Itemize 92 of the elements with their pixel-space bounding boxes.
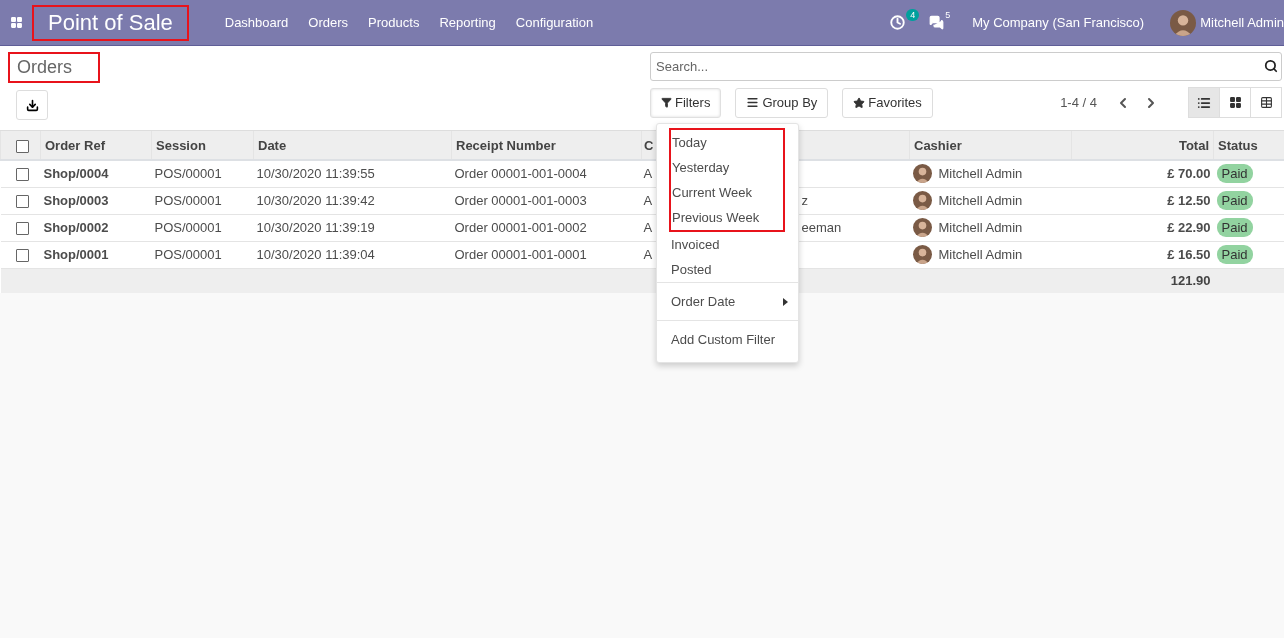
select-all-checkbox[interactable] xyxy=(16,139,29,153)
cashier-avatar xyxy=(912,191,932,210)
table-cell: £ 70.00 xyxy=(1167,166,1211,182)
filter-option[interactable]: Order Date xyxy=(657,289,798,314)
table-cell: £ 16.50 xyxy=(1167,247,1211,262)
search-icon[interactable] xyxy=(1264,59,1278,73)
download-icon xyxy=(25,98,39,112)
table-cell: 10/30/2020 11:39:04 xyxy=(256,247,375,262)
column-header[interactable]: Session xyxy=(151,131,254,160)
table-cell: eeman xyxy=(801,220,842,235)
grid-icon xyxy=(1228,96,1242,109)
apps-icon[interactable] xyxy=(9,16,23,29)
table-cell: Shop/0001 xyxy=(43,247,109,262)
menu-item[interactable]: Dashboard xyxy=(214,15,299,30)
status-badge: Paid xyxy=(1216,191,1253,210)
row-checkbox[interactable] xyxy=(15,222,29,236)
download-button[interactable] xyxy=(16,90,48,120)
view-button[interactable] xyxy=(1188,87,1220,118)
table-cell: POS/00001 xyxy=(154,166,222,182)
table-cell: Order 00001-001-0001 xyxy=(454,247,587,262)
filter-option[interactable]: Previous Week xyxy=(671,205,783,230)
table-cell: Mitchell Admin xyxy=(938,166,1023,182)
filter-option[interactable]: Current Week xyxy=(671,180,783,205)
activity-count: 4 xyxy=(906,9,920,21)
filter-option[interactable]: Invoiced xyxy=(657,232,798,257)
filter-option[interactable]: Posted xyxy=(657,257,798,282)
table-cell: Shop/0002 xyxy=(43,220,109,235)
menu-item[interactable]: Configuration xyxy=(505,15,604,30)
column-header[interactable]: Status xyxy=(1213,131,1284,160)
menu-item[interactable]: Products xyxy=(358,15,430,30)
table-cell: A xyxy=(643,247,653,262)
user-name[interactable]: Mitchell Admin xyxy=(1200,15,1284,30)
message-count: 5 xyxy=(944,9,952,21)
favorites-button[interactable]: Favorites xyxy=(842,87,933,118)
table-cell: POS/00001 xyxy=(154,247,222,262)
table-cell: 10/30/2020 11:39:55 xyxy=(256,166,375,182)
table-cell: Shop/0003 xyxy=(43,193,109,208)
view-button[interactable] xyxy=(1219,87,1251,118)
table-cell: POS/00001 xyxy=(154,220,222,235)
total-sum: 121.90 xyxy=(1170,273,1211,289)
filter-option[interactable]: Yesterday xyxy=(671,155,783,180)
table-cell: A xyxy=(643,220,653,235)
row-checkbox[interactable] xyxy=(15,195,29,209)
table-icon xyxy=(1259,96,1273,109)
table-cell: POS/00001 xyxy=(154,193,222,208)
table-cell: 10/30/2020 11:39:19 xyxy=(256,220,375,235)
company-switcher[interactable]: My Company (San Francisco) xyxy=(958,15,1171,30)
column-header[interactable]: Date xyxy=(253,131,452,160)
filter-icon xyxy=(661,97,672,108)
cashier-avatar xyxy=(912,218,932,237)
app-title: Point of Sale xyxy=(32,4,189,41)
filter-option[interactable]: Add Custom Filter xyxy=(657,327,798,352)
list-icon xyxy=(1197,95,1211,110)
star-icon xyxy=(853,96,866,109)
caret-icon xyxy=(783,297,788,306)
table-cell: Order 00001-001-0003 xyxy=(454,193,587,208)
menu-item[interactable]: Orders xyxy=(298,15,359,30)
table-cell: £ 12.50 xyxy=(1167,193,1211,208)
view-button[interactable] xyxy=(1250,87,1282,118)
messages-icon[interactable] xyxy=(929,15,945,30)
filters-button[interactable]: Filters xyxy=(650,87,722,118)
pager: 1-4 / 4 xyxy=(1060,95,1097,110)
menu-item[interactable]: Reporting xyxy=(429,15,506,30)
menu-icon xyxy=(746,96,760,109)
table-cell: Order 00001-001-0002 xyxy=(454,220,587,235)
user-avatar xyxy=(1170,9,1197,36)
table-cell: 10/30/2020 11:39:42 xyxy=(256,193,375,208)
column-header[interactable]: Receipt Number xyxy=(451,131,642,160)
table-cell: Mitchell Admin xyxy=(938,193,1023,208)
activity-icon[interactable] xyxy=(890,15,906,30)
status-badge: Paid xyxy=(1216,245,1253,264)
table-cell: Mitchell Admin xyxy=(938,247,1023,262)
column-header[interactable]: Order Ref xyxy=(40,131,152,160)
group-by-button[interactable]: Group By xyxy=(735,87,829,118)
table-cell: Mitchell Admin xyxy=(938,220,1023,235)
cashier-avatar xyxy=(912,245,932,264)
status-badge: Paid xyxy=(1216,164,1253,184)
table-cell: A xyxy=(643,193,653,208)
column-header[interactable]: Total xyxy=(1071,131,1214,160)
table-cell: Order 00001-001-0004 xyxy=(454,166,587,182)
search-field[interactable]: Search... xyxy=(650,52,1282,81)
row-checkbox[interactable] xyxy=(15,168,29,182)
filter-option[interactable]: Today xyxy=(671,130,783,155)
row-checkbox[interactable] xyxy=(15,249,29,263)
table-cell: z xyxy=(801,193,808,208)
breadcrumb: Orders xyxy=(8,52,100,83)
table-cell: A xyxy=(643,166,653,182)
column-header[interactable]: Cashier xyxy=(909,131,1072,160)
table-cell: Shop/0004 xyxy=(43,166,109,182)
cashier-avatar xyxy=(912,164,932,184)
status-badge: Paid xyxy=(1216,218,1253,237)
table-cell: £ 22.90 xyxy=(1167,220,1211,235)
